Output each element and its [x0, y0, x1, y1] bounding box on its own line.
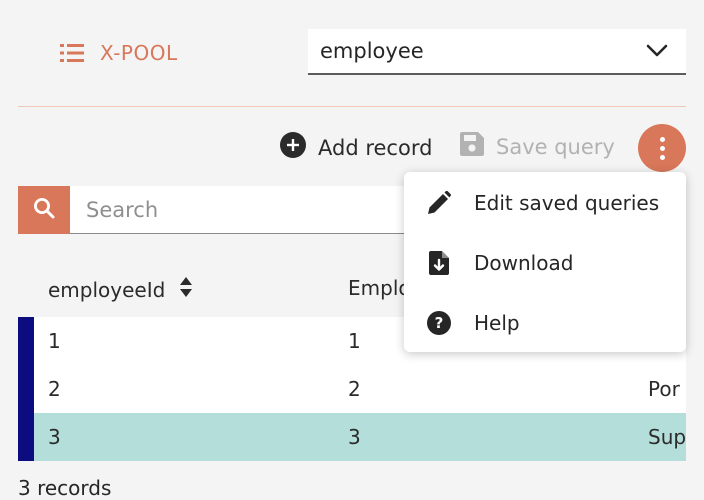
table-row-selected[interactable]: 3 3 Sup — [18, 413, 686, 461]
table-row[interactable]: 2 2 Por — [18, 365, 686, 413]
table-cell: 3 — [348, 425, 361, 449]
menu-item-label: Help — [474, 311, 520, 335]
row-marker — [18, 317, 34, 365]
menu-item-label: Edit saved queries — [474, 191, 660, 215]
row-marker — [18, 413, 34, 461]
column-header-label: employeeId — [48, 277, 166, 302]
help-circle-icon: ? — [426, 311, 452, 335]
table-select[interactable]: employee — [308, 29, 686, 75]
table-cell: Sup — [648, 425, 686, 449]
list-icon — [60, 44, 84, 62]
menu-item-edit-saved-queries[interactable]: Edit saved queries — [404, 173, 686, 233]
table-cell: 2 — [348, 377, 361, 401]
more-options-button[interactable] — [638, 124, 686, 172]
header-divider — [18, 106, 686, 107]
kebab-menu-icon — [659, 136, 665, 160]
column-header-employeeid[interactable]: employeeId — [48, 276, 193, 303]
table-select-value: employee — [320, 39, 424, 63]
table-cell: Por — [648, 377, 680, 401]
save-disk-icon — [460, 132, 484, 161]
app-page: X-POOL employee Add record Save query Se… — [0, 0, 704, 500]
svg-text:?: ? — [435, 314, 444, 332]
table-cell: 1 — [48, 329, 61, 353]
pencil-icon — [426, 191, 452, 215]
options-menu: Edit saved queries Download ? Help — [404, 172, 686, 352]
brand[interactable]: X-POOL — [60, 38, 178, 68]
plus-circle-icon — [280, 132, 306, 163]
save-query-label: Save query — [496, 134, 615, 159]
table-cell: 1 — [348, 329, 361, 353]
add-record-button[interactable]: Add record — [280, 132, 432, 163]
brand-label: X-POOL — [100, 41, 178, 65]
menu-item-label: Download — [474, 251, 574, 275]
column-header-label: Emplo — [348, 276, 411, 300]
search-button[interactable] — [18, 186, 70, 234]
chevron-down-icon — [646, 39, 668, 63]
menu-item-download[interactable]: Download — [404, 233, 686, 293]
add-record-label: Add record — [318, 135, 433, 160]
menu-item-help[interactable]: ? Help — [404, 293, 686, 353]
table-cell: 2 — [48, 377, 61, 401]
sort-icon — [179, 276, 193, 303]
download-file-icon — [426, 251, 452, 275]
table-cell: 3 — [48, 425, 61, 449]
record-count: 3 records — [18, 476, 112, 500]
row-marker — [18, 365, 34, 413]
search-icon — [33, 197, 55, 223]
column-header-employee[interactable]: Emplo — [348, 276, 411, 300]
save-query-button[interactable]: Save query — [460, 132, 615, 161]
